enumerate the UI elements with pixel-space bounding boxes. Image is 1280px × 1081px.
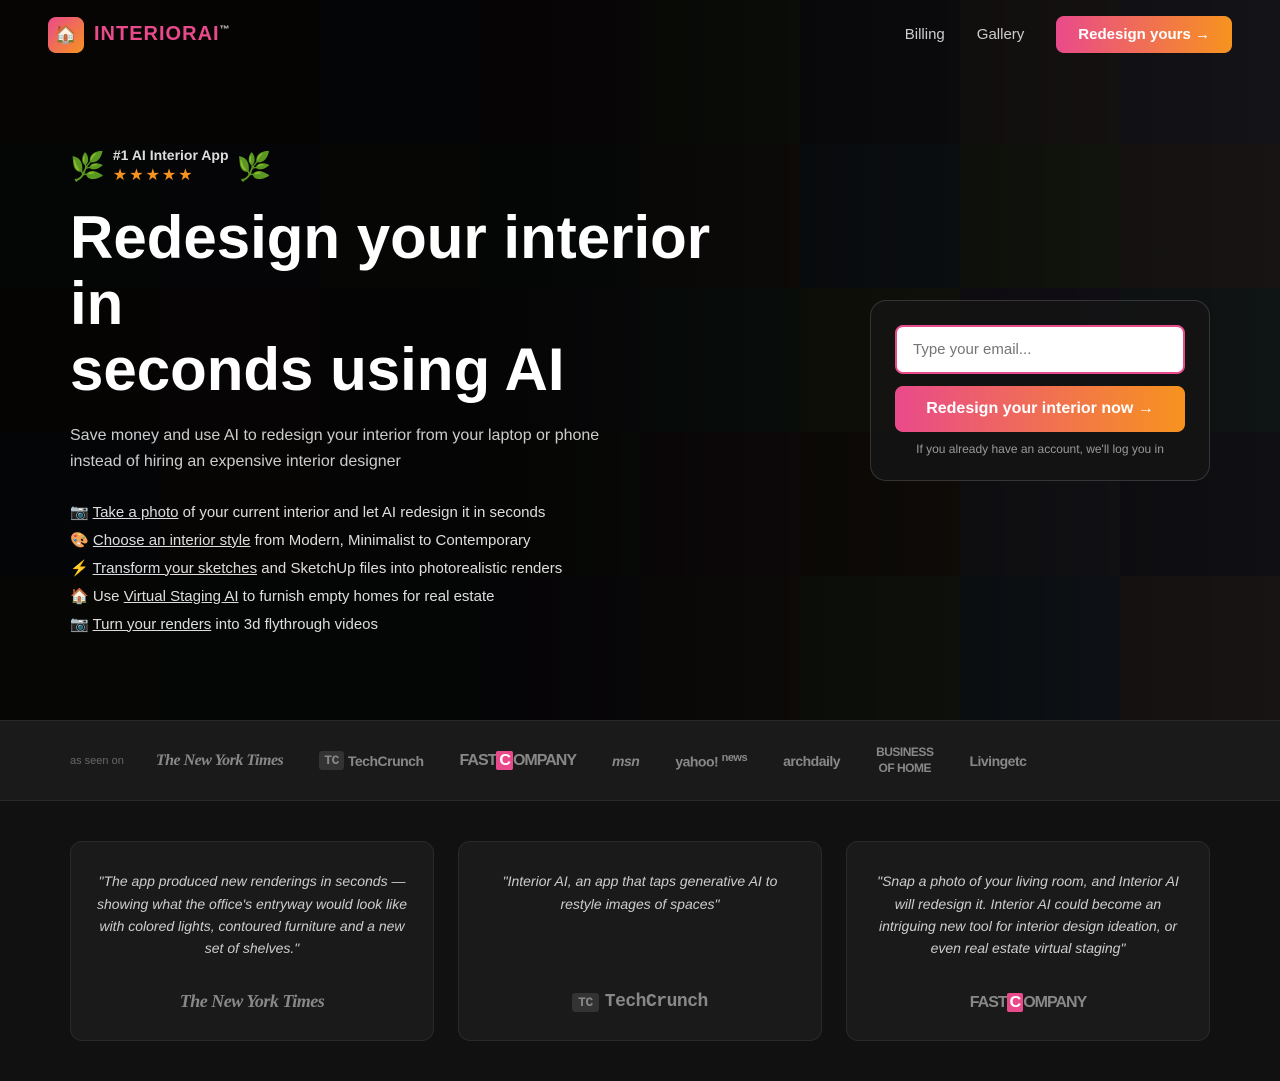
tc-logo: TC TechCrunch: [572, 992, 708, 1012]
hero-subtitle: Save money and use AI to redesign your i…: [70, 423, 650, 474]
redesign-now-button[interactable]: Redesign your interior now →: [895, 386, 1185, 432]
feature-sketches-link[interactable]: Transform your sketches: [93, 560, 258, 577]
feature-staging: 🏠 Use Virtual Staging AI to furnish empt…: [70, 587, 750, 605]
hero-content: 🌿 #1 AI Interior App ★★★★★ 🌿 Redesign yo…: [0, 147, 1280, 632]
fastco-logo: FASTCOMPANY: [970, 994, 1087, 1012]
testimonial-tc: "Interior AI, an app that taps generativ…: [458, 841, 822, 1041]
as-seen-on-label: as seen on: [70, 755, 124, 767]
nav-cta-button[interactable]: Redesign yours →: [1056, 16, 1232, 53]
press-logos: The New York Times TC TechCrunch FASTCOM…: [156, 745, 1027, 776]
testimonial-fastco-source: FASTCOMPANY: [871, 994, 1185, 1012]
hero-right: Redesign your interior now → If you alre…: [870, 300, 1210, 481]
billing-link[interactable]: Billing: [905, 26, 945, 43]
badge-stars: ★★★★★: [113, 165, 229, 185]
badge-rank: #1 AI Interior App: [113, 147, 229, 163]
testimonial-nyt-quote: "The app produced new renderings in seco…: [95, 870, 409, 960]
laurel-left-icon: 🌿: [70, 150, 105, 183]
press-fastco: FASTCOMPANY: [460, 752, 577, 770]
feature-renders: 📷 Turn your renders into 3d flythrough v…: [70, 615, 750, 633]
email-card: Redesign your interior now → If you alre…: [870, 300, 1210, 481]
app-badge: 🌿 #1 AI Interior App ★★★★★ 🌿: [70, 147, 750, 185]
feature-photo: 📷 Take a photo of your current interior …: [70, 503, 750, 521]
nyt-logo: The New York Times: [180, 991, 325, 1012]
testimonial-nyt-source: The New York Times: [95, 991, 409, 1012]
feature-sketches: ⚡ Transform your sketches and SketchUp f…: [70, 559, 750, 577]
testimonial-tc-source: TC TechCrunch: [483, 992, 797, 1012]
email-input[interactable]: [895, 325, 1185, 374]
testimonials-section: "The app produced new renderings in seco…: [0, 801, 1280, 1081]
press-archdaily: archdaily: [783, 753, 840, 769]
testimonial-nyt: "The app produced new renderings in seco…: [70, 841, 434, 1041]
feature-renders-link[interactable]: Turn your renders: [93, 616, 212, 633]
press-tc: TC TechCrunch: [319, 751, 423, 770]
testimonial-fastco: "Snap a photo of your living room, and I…: [846, 841, 1210, 1041]
press-yahoo: yahoo! news: [675, 752, 747, 770]
nav-links: Billing Gallery Redesign yours →: [905, 16, 1232, 53]
login-hint: If you already have an account, we'll lo…: [895, 442, 1185, 456]
feature-style: 🎨 Choose an interior style from Modern, …: [70, 531, 750, 549]
gallery-link[interactable]: Gallery: [977, 26, 1025, 43]
hero-heading: Redesign your interior in seconds using …: [70, 205, 750, 403]
feature-photo-link[interactable]: Take a photo: [93, 504, 179, 521]
press-boh: BUSINESSOF HOME: [876, 745, 933, 776]
press-bar: as seen on The New York Times TC TechCru…: [0, 720, 1280, 801]
logo-icon: 🏠: [48, 17, 84, 53]
hero-section: 🌿 #1 AI Interior App ★★★★★ 🌿 Redesign yo…: [0, 0, 1280, 720]
press-msn: msn: [612, 753, 639, 769]
press-livingetc: Livingetc: [969, 753, 1026, 769]
feature-staging-link[interactable]: Virtual Staging AI: [124, 588, 239, 605]
testimonial-fastco-quote: "Snap a photo of your living room, and I…: [871, 870, 1185, 960]
hero-left: 🌿 #1 AI Interior App ★★★★★ 🌿 Redesign yo…: [70, 147, 750, 632]
feature-style-link[interactable]: Choose an interior style: [93, 532, 251, 549]
logo[interactable]: 🏠 INTERIORAI™: [48, 17, 231, 53]
logo-text: INTERIORAI™: [94, 23, 231, 46]
laurel-right-icon: 🌿: [237, 150, 272, 183]
badge-info: #1 AI Interior App ★★★★★: [113, 147, 229, 185]
navbar: 🏠 INTERIORAI™ Billing Gallery Redesign y…: [0, 0, 1280, 69]
feature-list: 📷 Take a photo of your current interior …: [70, 503, 750, 633]
press-nyt: The New York Times: [156, 752, 283, 770]
testimonial-tc-quote: "Interior AI, an app that taps generativ…: [483, 870, 797, 915]
